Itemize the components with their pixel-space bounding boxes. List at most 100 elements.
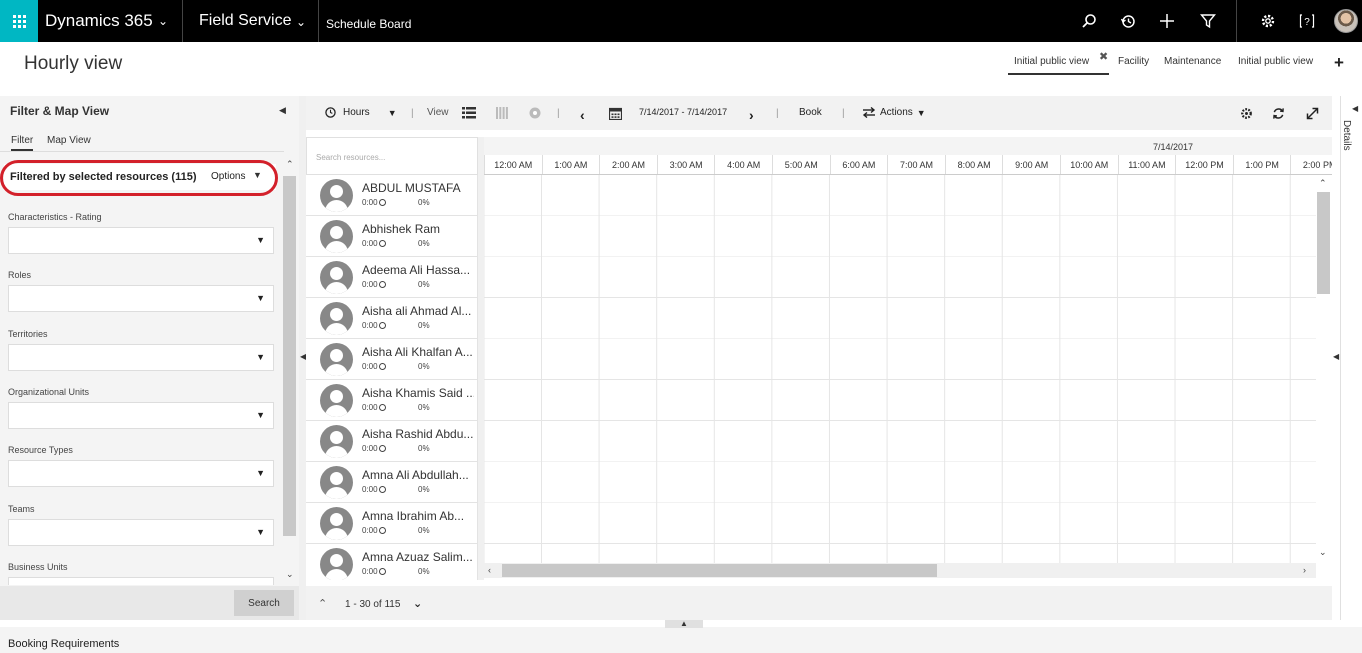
page-breadcrumb[interactable]: Schedule Board — [326, 17, 411, 31]
time-value: 0:00 — [362, 239, 378, 248]
resource-utilization: 0% — [418, 321, 430, 330]
time-value: 0:00 — [362, 280, 378, 289]
filter-icon[interactable] — [1197, 10, 1219, 32]
resource-time: 0:00 — [362, 526, 386, 535]
resource-row[interactable]: Amna Azuaz Salim... 0:00 0% — [306, 544, 478, 580]
expand-details-icon[interactable]: ◀ — [1352, 104, 1358, 113]
page-up-icon[interactable]: ⌃ — [318, 597, 327, 610]
scroll-up-icon[interactable]: ⌃ — [1319, 178, 1327, 189]
tab-facility[interactable]: Facility — [1118, 56, 1149, 67]
resource-time: 0:00 — [362, 239, 386, 248]
expand-bottom-icon[interactable]: ▲ — [665, 620, 703, 628]
list-view-icon[interactable] — [462, 107, 476, 119]
refresh-icon[interactable] — [1272, 107, 1285, 120]
resource-name[interactable]: Amna Ali Abdullah... — [362, 468, 474, 482]
search-button[interactable]: Search — [234, 590, 294, 616]
resource-row[interactable]: Aisha Khamis Said ... 0:00 0% — [306, 380, 478, 421]
resource-row[interactable]: Aisha ali Ahmad Al... 0:00 0% — [306, 298, 478, 339]
resource-search-input[interactable]: Search resources... — [316, 153, 385, 162]
date-range[interactable]: 7/14/2017 - 7/14/2017 — [639, 107, 727, 117]
help-icon[interactable]: ? — [1296, 10, 1318, 32]
resource-name[interactable]: Aisha Rashid Abdu... — [362, 427, 474, 441]
tab-map-view[interactable]: Map View — [47, 135, 91, 146]
chevron-down-icon[interactable]: ⌄ — [296, 15, 306, 29]
actions-dropdown[interactable]: Actions ▼ — [862, 107, 926, 118]
resource-row[interactable]: Aisha Ali Khalfan A... 0:00 0% — [306, 339, 478, 380]
chevron-down-icon[interactable]: ⌄ — [158, 14, 168, 28]
clock-icon — [378, 363, 386, 371]
resource-name[interactable]: Aisha Khamis Said ... — [362, 386, 474, 400]
details-panel[interactable] — [1340, 96, 1362, 620]
expand-details-mid-icon[interactable]: ◀ — [1333, 352, 1339, 361]
resource-row[interactable]: Adeema Ali Hassa... 0:00 0% — [306, 257, 478, 298]
horizontal-scrollbar-thumb[interactable] — [502, 564, 937, 577]
resource-name[interactable]: Aisha ali Ahmad Al... — [362, 304, 474, 318]
time-value: 0:00 — [362, 362, 378, 371]
brand-name[interactable]: Dynamics 365 — [45, 11, 153, 31]
scroll-down-icon[interactable]: ⌄ — [1319, 547, 1327, 558]
resource-name[interactable]: Adeema Ali Hassa... — [362, 263, 474, 277]
resource-name[interactable]: Aisha Ali Khalfan A... — [362, 345, 474, 359]
resource-name[interactable]: Abhishek Ram — [362, 222, 474, 236]
divider: | — [776, 108, 779, 119]
hour-column-header: 1:00 PM — [1232, 155, 1291, 174]
gear-icon[interactable] — [1257, 10, 1279, 32]
resource-name[interactable]: ABDUL MUSTAFA — [362, 181, 474, 195]
app-switcher[interactable]: Field Service — [199, 12, 291, 30]
business-units-select[interactable] — [8, 577, 274, 585]
left-scrollbar-thumb[interactable] — [283, 176, 296, 536]
caret-down-icon: ▼ — [256, 410, 265, 420]
pager-bar — [306, 586, 1332, 620]
plus-icon[interactable] — [1156, 10, 1178, 32]
search-icon[interactable] — [1078, 10, 1100, 32]
page-down-icon[interactable]: ⌄ — [413, 597, 422, 610]
booking-requirements-title[interactable]: Booking Requirements — [8, 638, 119, 650]
resource-row[interactable]: Abhishek Ram 0:00 0% — [306, 216, 478, 257]
scroll-right-icon[interactable]: › — [1303, 565, 1306, 575]
scroll-up-icon[interactable]: ⌃ — [286, 159, 294, 170]
details-label[interactable]: Details — [1341, 120, 1352, 151]
close-icon[interactable]: ✖ — [1099, 50, 1108, 63]
divider: | — [411, 108, 414, 119]
hours-dropdown[interactable]: Hours ▼ — [325, 107, 397, 118]
resource-row[interactable]: Amna Ali Abdullah... 0:00 0% — [306, 462, 478, 503]
org-units-select[interactable]: ▼ — [8, 402, 274, 429]
territories-select[interactable]: ▼ — [8, 344, 274, 371]
fullscreen-icon[interactable] — [1306, 107, 1319, 120]
resource-name[interactable]: Amna Ibrahim Ab... — [362, 509, 474, 523]
user-avatar[interactable] — [1334, 9, 1358, 33]
resource-row[interactable]: Amna Ibrahim Ab... 0:00 0% — [306, 503, 478, 544]
grid-view-icon[interactable] — [496, 107, 508, 119]
tab-maintenance[interactable]: Maintenance — [1164, 56, 1221, 67]
vertical-scrollbar-thumb[interactable] — [1317, 192, 1330, 294]
resource-name[interactable]: Amna Azuaz Salim... — [362, 550, 474, 564]
resource-time: 0:00 — [362, 198, 386, 207]
schedule-grid[interactable] — [484, 175, 1316, 563]
tab-filter[interactable]: Filter — [11, 135, 34, 151]
teams-select[interactable]: ▼ — [8, 519, 274, 546]
scroll-down-icon[interactable]: ⌄ — [286, 569, 294, 580]
next-date-icon[interactable]: › — [749, 107, 754, 123]
resource-utilization: 0% — [418, 403, 430, 412]
caret-down-icon: ▼ — [256, 527, 265, 537]
roles-select[interactable]: ▼ — [8, 285, 274, 312]
resource-types-select[interactable]: ▼ — [8, 460, 274, 487]
add-view-icon[interactable]: + — [1334, 53, 1344, 73]
board-settings-icon[interactable] — [1240, 107, 1253, 120]
scroll-left-icon[interactable]: ‹ — [488, 565, 491, 575]
characteristics-select[interactable]: ▼ — [8, 227, 274, 254]
map-globe-icon[interactable] — [529, 107, 541, 119]
date-label: 7/14/2017 — [1153, 142, 1194, 152]
resource-utilization: 0% — [418, 362, 430, 371]
calendar-icon[interactable] — [609, 107, 622, 120]
history-icon[interactable] — [1117, 10, 1139, 32]
hour-column-header: 9:00 AM — [1002, 155, 1060, 174]
tab-initial-public-view-2[interactable]: Initial public view — [1238, 56, 1313, 67]
app-launcher-button[interactable] — [0, 0, 38, 42]
resource-row[interactable]: ABDUL MUSTAFA 0:00 0% — [306, 175, 478, 216]
previous-date-icon[interactable]: ‹ — [580, 107, 585, 123]
highlight-annotation — [0, 160, 278, 196]
resource-row[interactable]: Aisha Rashid Abdu... 0:00 0% — [306, 421, 478, 462]
book-button[interactable]: Book — [799, 107, 822, 118]
collapse-left-icon[interactable]: ◀ — [279, 105, 286, 116]
